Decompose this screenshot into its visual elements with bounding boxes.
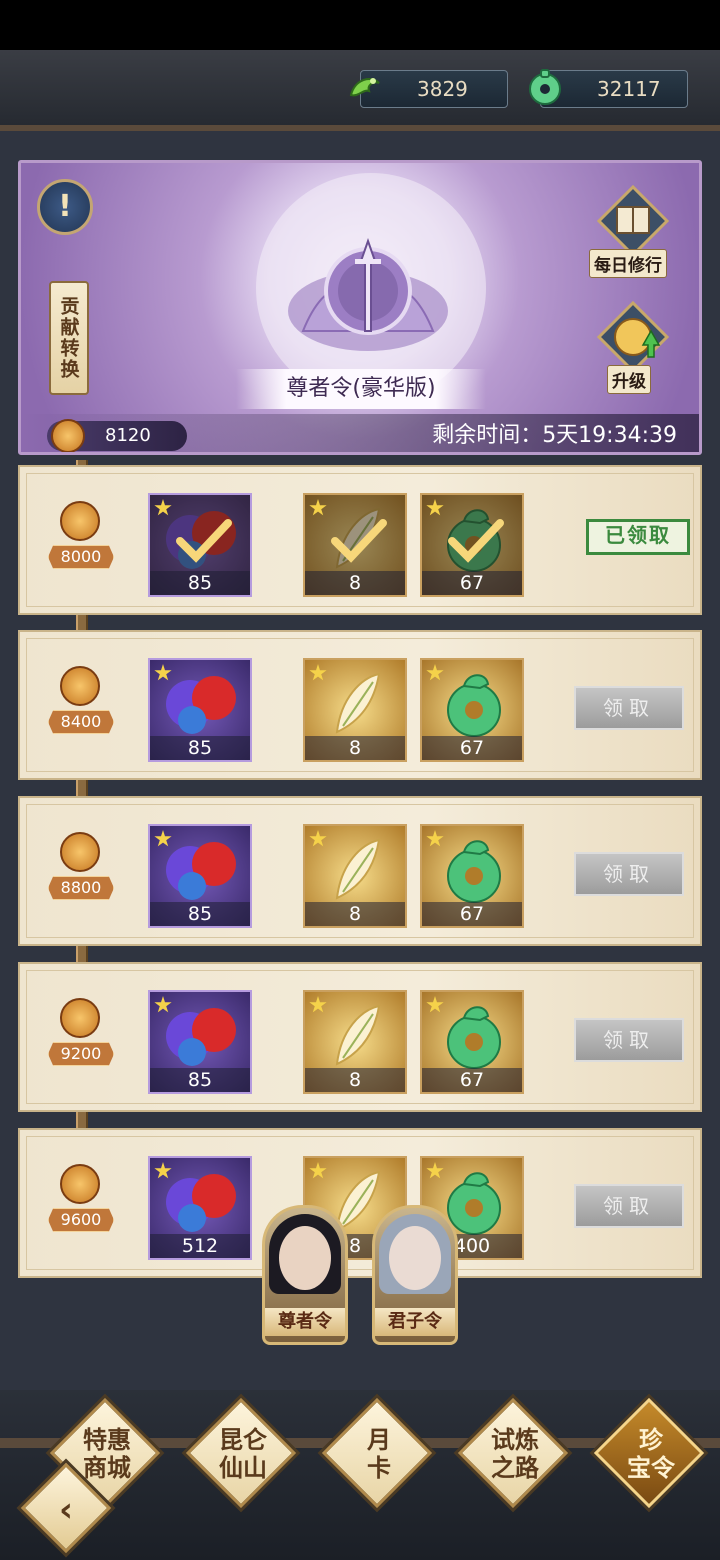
reward-row: 9600 512 8 400 领取 [18, 1128, 702, 1278]
threshold-node: 9200 [48, 998, 114, 1068]
reward-item-slot[interactable]: 85 [148, 493, 252, 597]
reward-item-slot[interactable]: 512 [148, 1156, 252, 1260]
item-count: 85 [150, 571, 250, 595]
nav-tab-label: 月卡 [367, 1426, 391, 1482]
daily-practice-book-icon[interactable] [595, 185, 671, 257]
threshold-value: 9200 [48, 1042, 114, 1066]
claim-button[interactable]: 领取 [574, 1184, 684, 1228]
nav-tab-label: 试炼 之路 [491, 1426, 539, 1482]
contribution-coin-icon [51, 419, 85, 452]
contribution-exchange-button[interactable]: 贡献转换 [49, 281, 89, 395]
checkmark-icon [331, 519, 387, 563]
item-count: 67 [422, 736, 522, 760]
contribution-coin-icon [60, 1164, 100, 1204]
claim-button[interactable]: 领取 [574, 1018, 684, 1062]
jade-disc-icon [529, 69, 561, 105]
item-count: 8 [305, 902, 405, 926]
nav-tab-label: 昆仑 仙山 [219, 1426, 267, 1482]
item-count: 67 [422, 1068, 522, 1092]
reward-item-slot[interactable]: 67 [420, 493, 524, 597]
reward-row: 8400 85 8 67 领取 [18, 630, 702, 780]
item-count: 8 [305, 736, 405, 760]
reward-item-slot[interactable]: 85 [148, 990, 252, 1094]
item-count: 8 [305, 1068, 405, 1092]
item-count: 67 [422, 571, 522, 595]
character-label: 尊者令 [265, 1308, 345, 1336]
threshold-value: 8400 [48, 710, 114, 734]
claim-button[interactable]: 领取 [574, 852, 684, 896]
contribution-coin-icon [60, 832, 100, 872]
contribution-coin-icon [60, 501, 100, 541]
character-card-junzi[interactable]: 君子令 [372, 1205, 458, 1345]
item-count: 512 [150, 1234, 250, 1258]
currency-jade-disc[interactable]: 32117 [529, 69, 688, 108]
reward-item-slot[interactable]: 8 [303, 493, 407, 597]
jade-dragon-icon [349, 78, 380, 97]
upgrade-label[interactable]: 升级 [607, 365, 651, 394]
nav-tab-1[interactable]: 昆仑 仙山 [185, 1397, 298, 1510]
threshold-value: 8000 [48, 545, 114, 569]
reward-item-slot[interactable]: 85 [148, 658, 252, 762]
reward-row: 8800 85 8 67 领取 [18, 796, 702, 946]
currency-jade-dragon-value: 3829 [417, 77, 468, 101]
claimed-stamp: 已领取 [586, 519, 690, 555]
reward-item-slot[interactable]: 85 [148, 824, 252, 928]
threshold-node: 8400 [48, 666, 114, 736]
threshold-value: 8800 [48, 876, 114, 900]
currency-jade-disc-value: 32117 [597, 77, 661, 101]
season-banner: ! 贡献转换 尊者令(豪华版) 每日修行 升级 8120 剩余时间：5天19:3… [18, 160, 702, 455]
reward-row: 9200 85 8 67 领取 [18, 962, 702, 1112]
reward-item-slot[interactable]: 67 [420, 658, 524, 762]
nav-tab-2[interactable]: 月卡 [321, 1397, 434, 1510]
pass-title: 尊者令(豪华版) [236, 369, 486, 409]
contribution-score-value: 8120 [105, 425, 151, 446]
nav-tab-4[interactable]: 珍宝令 [593, 1397, 706, 1510]
claim-button[interactable]: 领取 [574, 686, 684, 730]
character-portrait [279, 1226, 331, 1290]
currency-jade-dragon[interactable]: 3829 [349, 70, 508, 108]
contribution-coin-icon [60, 998, 100, 1038]
character-card-zunzhe[interactable]: 尊者令 [262, 1205, 348, 1345]
sword-lotus-emblem-icon [288, 237, 448, 351]
nav-tab-label: 珍宝令 [627, 1426, 675, 1482]
reward-item-slot[interactable]: 8 [303, 990, 407, 1094]
contribution-score: 8120 [47, 419, 187, 452]
item-count: 85 [150, 736, 250, 760]
item-count: 67 [422, 902, 522, 926]
threshold-node: 8000 [48, 501, 114, 571]
upgrade-arrow-icon[interactable] [595, 301, 671, 373]
contribution-coin-icon [60, 666, 100, 706]
checkmark-icon [176, 519, 232, 563]
back-arrow-icon: ‹ [58, 1490, 73, 1530]
item-count: 8 [305, 571, 405, 595]
reward-row: 8000 85 8 67 已领取 [18, 465, 702, 615]
daily-practice-label[interactable]: 每日修行 [589, 249, 667, 278]
reward-item-slot[interactable]: 67 [420, 824, 524, 928]
reward-item-slot[interactable]: 8 [303, 824, 407, 928]
threshold-value: 9600 [48, 1208, 114, 1232]
character-label: 君子令 [375, 1308, 455, 1336]
threshold-node: 8800 [48, 832, 114, 902]
threshold-node: 9600 [48, 1164, 114, 1234]
status-bar [0, 0, 720, 50]
reward-item-slot[interactable]: 67 [420, 990, 524, 1094]
remaining-time: 剩余时间：5天19:34:39 [432, 423, 677, 448]
info-button[interactable]: ! [37, 179, 93, 235]
reward-item-slot[interactable]: 8 [303, 658, 407, 762]
item-count: 85 [150, 902, 250, 926]
nav-tab-3[interactable]: 试炼 之路 [457, 1397, 570, 1510]
character-portrait [389, 1226, 441, 1290]
checkmark-icon [448, 519, 504, 563]
item-count: 85 [150, 1068, 250, 1092]
